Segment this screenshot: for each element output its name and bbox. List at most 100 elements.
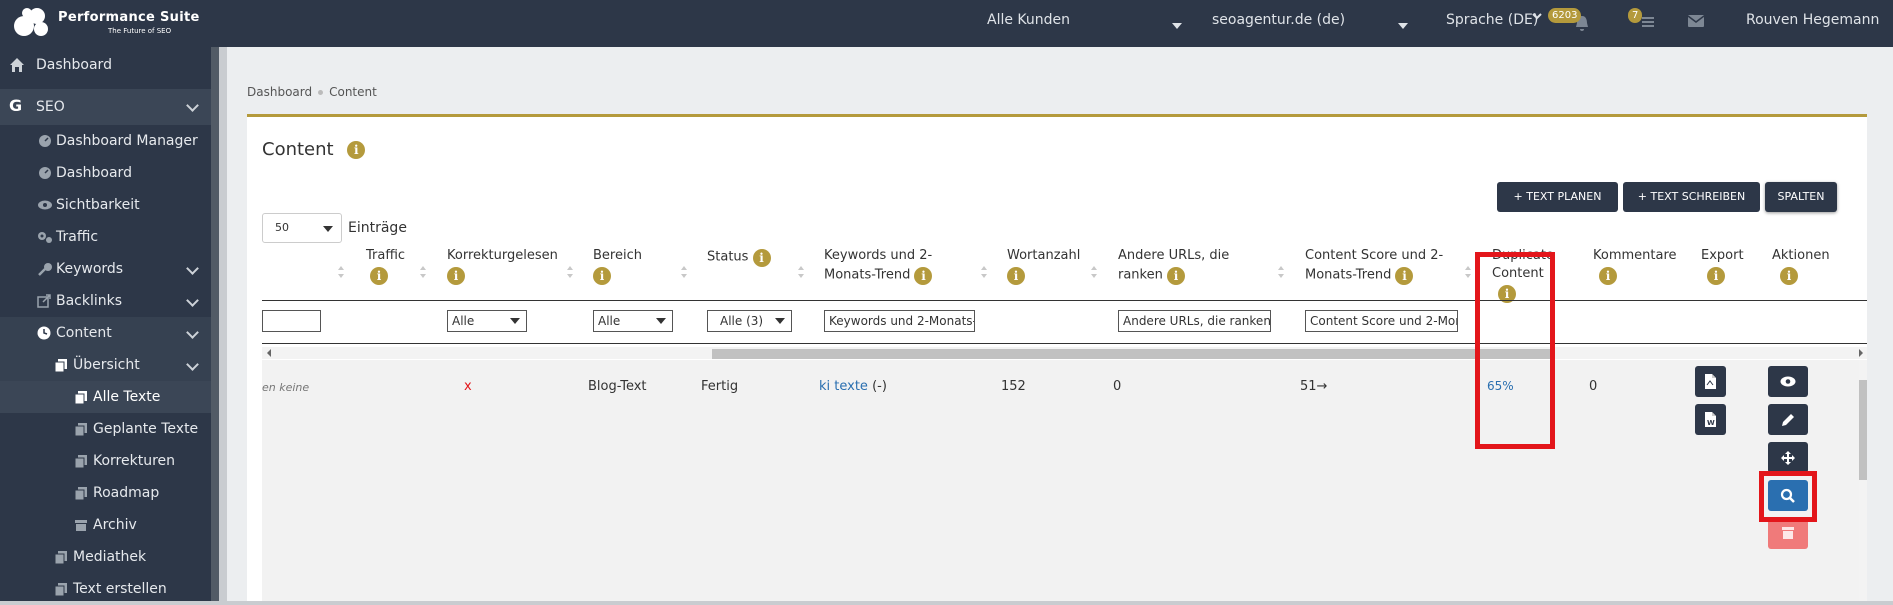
info-icon[interactable]: i	[1007, 267, 1025, 285]
eye-icon	[1780, 376, 1796, 387]
file-word-icon: W	[1705, 412, 1716, 427]
info-icon[interactable]: i	[1395, 267, 1414, 285]
info-icon[interactable]: i	[1707, 267, 1725, 285]
sidebar-scrollbar[interactable]	[211, 47, 219, 601]
sidebar-item-geplante-texte[interactable]: Geplante Texte	[0, 413, 211, 445]
sidebar-item-mediathek[interactable]: Mediathek	[0, 541, 211, 573]
info-icon[interactable]: i	[593, 267, 611, 285]
sidebar-item-seo-dashboard[interactable]: Dashboard	[0, 157, 211, 189]
horizontal-scrollbar[interactable]	[262, 347, 1867, 359]
sidebar-item-archiv[interactable]: Archiv	[0, 509, 211, 541]
header-aktionen[interactable]: Aktionen i	[1772, 247, 1830, 285]
header-export[interactable]: Export i	[1701, 247, 1744, 285]
app-logo[interactable]: Performance Suite The Future of SEO	[12, 6, 212, 42]
sidebar-item-backlinks[interactable]: Backlinks	[0, 285, 211, 317]
sidebar-item-korrekturen[interactable]: Korrekturen	[0, 445, 211, 477]
info-icon[interactable]: i	[752, 249, 771, 267]
sidebar-item-traffic[interactable]: Traffic	[0, 221, 211, 253]
sidebar-item-uebersicht[interactable]: Übersicht	[0, 349, 211, 381]
export-pdf-button[interactable]	[1695, 366, 1726, 397]
sidebar-item-alle-texte[interactable]: Alle Texte	[0, 381, 211, 413]
edit-button[interactable]	[1768, 404, 1808, 435]
text-planen-label: TEXT PLANEN	[1526, 190, 1602, 203]
customer-select[interactable]: Alle Kunden	[987, 12, 1070, 28]
sort-icon[interactable]	[1464, 265, 1472, 279]
scroll-left-icon[interactable]	[266, 349, 272, 357]
horizontal-scroll-thumb[interactable]	[712, 349, 1554, 359]
header-kommentare[interactable]: Kommentare i	[1593, 247, 1677, 285]
sidebar-item-content[interactable]: Content	[0, 317, 211, 349]
info-icon[interactable]: i	[1167, 267, 1185, 285]
sidebar-item-seo[interactable]: G SEO	[0, 89, 211, 125]
vertical-scrollbar[interactable]	[1859, 360, 1867, 601]
user-menu[interactable]: Rouven Hegemann	[1746, 12, 1879, 28]
keyword-link[interactable]: ki texte	[819, 379, 868, 394]
language-select[interactable]: Sprache (DE)	[1446, 12, 1538, 28]
cell-content-score: 51→	[1300, 379, 1327, 394]
header-label: Korrekturgelesen	[447, 248, 558, 263]
header-label: Wortanzahl	[1007, 248, 1081, 263]
sidebar-item-text-erstellen[interactable]: Text erstellen	[0, 573, 211, 605]
filter-truncated-input[interactable]	[262, 310, 321, 332]
sort-icon[interactable]	[797, 265, 805, 279]
header-traffic[interactable]: Traffic i	[366, 247, 405, 285]
sort-icon[interactable]	[419, 265, 427, 279]
breadcrumb-home[interactable]: Dashboard	[247, 85, 312, 99]
sort-icon[interactable]	[1090, 265, 1098, 279]
list-icon[interactable]	[1640, 14, 1656, 34]
language-chevron-icon[interactable]	[1531, 9, 1543, 27]
clock-icon	[37, 326, 51, 340]
sort-icon[interactable]	[337, 265, 345, 279]
sidebar-item-label: Geplante Texte	[93, 421, 199, 437]
header-content-score[interactable]: Content Score und 2- Monats-Trend i	[1305, 247, 1443, 285]
header-keywords[interactable]: Keywords und 2- Monats-Trend i	[824, 247, 933, 285]
sort-icon[interactable]	[1277, 265, 1285, 279]
header-korrekturgelesen[interactable]: Korrekturgelesen i	[447, 247, 558, 285]
project-select[interactable]: seoagentur.de (de)	[1212, 12, 1345, 28]
header-andere-urls[interactable]: Andere URLs, die ranken i	[1118, 247, 1229, 285]
mail-icon[interactable]	[1687, 14, 1705, 32]
chevron-down-icon	[186, 294, 199, 307]
filter-korrekturgelesen-select[interactable]: Alle	[447, 310, 527, 332]
customer-select-caret-icon[interactable]	[1172, 18, 1182, 34]
sidebar-item-dashboard-manager[interactable]: Dashboard Manager	[0, 125, 211, 157]
sidebar-item-sichtbarkeit[interactable]: Sichtbarkeit	[0, 189, 211, 221]
sort-icon[interactable]	[680, 265, 688, 279]
info-icon[interactable]: i	[1599, 267, 1617, 285]
filter-andere-urls-input[interactable]: Andere URLs, die ranken	[1118, 310, 1271, 332]
scroll-right-icon[interactable]	[1858, 349, 1864, 357]
sort-icon[interactable]	[566, 265, 574, 279]
info-icon[interactable]: i	[370, 267, 388, 285]
cell-bereich: Blog-Text	[588, 379, 647, 394]
sort-icon[interactable]	[980, 265, 988, 279]
header-wortanzahl[interactable]: Wortanzahl i	[1007, 247, 1080, 285]
filter-status-select[interactable]: Alle (3)	[707, 310, 792, 332]
text-schreiben-button[interactable]: + TEXT SCHREIBEN	[1623, 182, 1760, 212]
project-select-value: seoagentur.de (de)	[1212, 12, 1346, 28]
header-bereich[interactable]: Bereich i	[593, 247, 642, 285]
vertical-scroll-thumb[interactable]	[1859, 380, 1867, 480]
sidebar-item-roadmap[interactable]: Roadmap	[0, 477, 211, 509]
export-word-button[interactable]: W	[1695, 404, 1726, 435]
sidebar-item-keywords[interactable]: Keywords	[0, 253, 211, 285]
entries-select[interactable]: 50	[262, 213, 342, 243]
header-status[interactable]: Status i	[707, 247, 771, 267]
info-icon[interactable]: i	[914, 267, 933, 285]
sidebar-item-dashboard[interactable]: Dashboard	[0, 49, 211, 81]
filter-placeholder: Keywords und 2-Monats-	[829, 314, 975, 328]
info-icon[interactable]: i	[447, 267, 465, 285]
delete-button[interactable]	[1768, 518, 1808, 549]
text-planen-button[interactable]: + TEXT PLANEN	[1497, 182, 1618, 212]
move-button[interactable]	[1768, 442, 1808, 473]
filter-keywords-input[interactable]: Keywords und 2-Monats-	[824, 310, 975, 332]
filter-content-score-input[interactable]: Content Score und 2-Mon	[1305, 310, 1458, 332]
project-select-caret-icon[interactable]	[1398, 18, 1408, 34]
view-button[interactable]	[1768, 366, 1808, 397]
spalten-button[interactable]: SPALTEN	[1765, 182, 1837, 212]
info-icon[interactable]: i	[347, 141, 366, 159]
info-icon[interactable]: i	[1780, 267, 1798, 285]
highlight-search-button	[1759, 471, 1817, 522]
filter-bereich-select[interactable]: Alle	[593, 310, 673, 332]
sidebar-item-label: Backlinks	[56, 293, 123, 309]
sidebar-item-label: Korrekturen	[93, 453, 176, 469]
